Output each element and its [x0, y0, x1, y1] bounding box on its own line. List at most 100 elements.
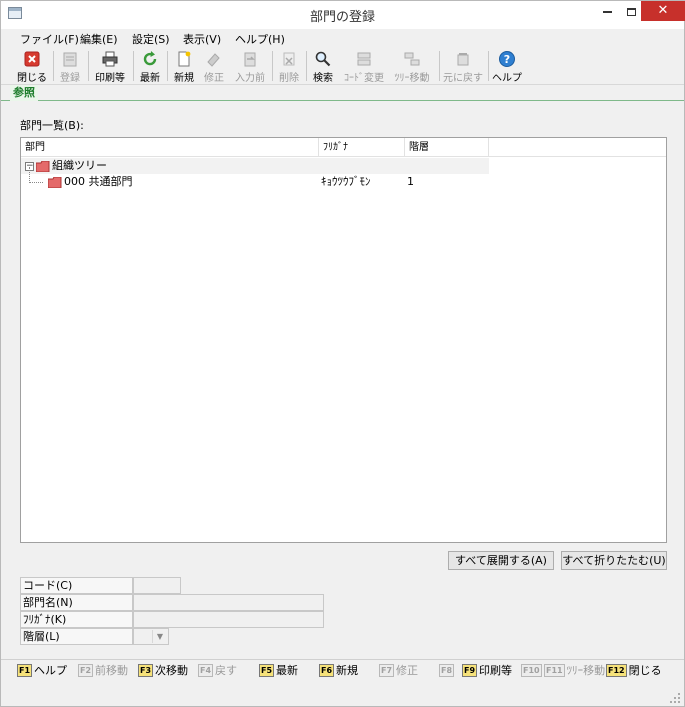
tree-move-button[interactable]: ﾂﾘｰ移動	[390, 49, 434, 84]
chevron-down-icon[interactable]: ▼	[152, 630, 167, 643]
fkey-badge: F10	[521, 664, 542, 677]
delete-button[interactable]: 削除	[276, 49, 302, 84]
fkey-f3[interactable]: F3 次移動	[138, 664, 188, 678]
code-change-button[interactable]: ｺｰﾄﾞ変更	[341, 49, 387, 84]
svg-text:?: ?	[504, 53, 510, 66]
revert-button[interactable]: 元に戻す	[443, 49, 483, 84]
resize-grip-icon[interactable]	[669, 692, 680, 703]
delete-icon	[283, 52, 295, 66]
toolbar-separator	[439, 51, 440, 81]
tab-strip: 参照	[1, 85, 684, 101]
revert-icon	[457, 53, 469, 66]
function-key-bar: F1 ヘルプ F2 前移動 F3 次移動 F4 戻す F5 最新 F6 新規 F7 修正 F8…	[1, 659, 684, 681]
code-label: コード(C)	[20, 577, 133, 594]
department-name-field[interactable]	[133, 594, 324, 611]
fkey-f1[interactable]: F1 ヘルプ	[17, 664, 67, 678]
fkey-label: 印刷等	[479, 664, 513, 677]
fkey-f4[interactable]: F4 戻す	[198, 664, 237, 678]
fkey-label: 最新	[276, 664, 299, 677]
fkey-f6[interactable]: F6 新規	[319, 664, 358, 678]
fkey-badge: F2	[78, 664, 94, 677]
level-label: 階層(L)	[20, 628, 133, 645]
fkey-badge: F6	[319, 664, 335, 677]
refresh-label: 最新	[140, 73, 160, 84]
new-button[interactable]: 新規	[171, 49, 197, 84]
fkey-label: ヘルプ	[34, 664, 68, 677]
search-icon	[315, 51, 331, 67]
minimize-icon	[602, 10, 612, 13]
window-close-button[interactable]: ✕	[641, 1, 685, 21]
toolbar-separator	[306, 51, 307, 81]
edit-button[interactable]: 修正	[201, 49, 227, 84]
fkey-f12[interactable]: F12 閉じる	[606, 664, 662, 678]
fkey-f9[interactable]: F9 印刷等	[462, 664, 512, 678]
help-label: ヘルプ	[492, 73, 522, 84]
fkey-badge: F3	[138, 664, 154, 677]
undo-input-icon	[244, 52, 256, 67]
window-title: 部門の登録	[309, 10, 375, 25]
fkey-f7[interactable]: F7 修正	[379, 664, 418, 678]
help-button[interactable]: ? ヘルプ	[492, 49, 522, 84]
fkey-badge: F11	[544, 664, 565, 677]
toolbar-separator	[88, 51, 89, 81]
print-button[interactable]: 印刷等	[92, 49, 128, 84]
kana-label: ﾌﾘｶﾞﾅ(K)	[20, 611, 133, 628]
table-row[interactable]: 000 共通部門 ｷｮｳﾂｳﾌﾞﾓﾝ 1	[21, 174, 666, 190]
toolbar-separator	[167, 51, 168, 81]
toolbar-separator	[53, 51, 54, 81]
menu-view[interactable]: 表示(V)	[183, 31, 221, 47]
folder-icon	[36, 161, 50, 172]
tree-root-row[interactable]: − 組織ツリー	[21, 158, 489, 174]
fkey-label: 戻す	[215, 664, 238, 677]
folder-icon	[48, 177, 62, 188]
fkey-f10[interactable]: F10	[521, 664, 544, 678]
main-window: 部門の登録 ✕ ファイル(F) 編集(E) 設定(S) 表示(V) ヘルプ(H)…	[0, 0, 685, 707]
menu-file[interactable]: ファイル(F)	[20, 31, 79, 47]
menu-edit[interactable]: 編集(E)	[80, 31, 118, 47]
fkey-label: 閉じる	[628, 664, 662, 677]
print-label: 印刷等	[95, 73, 125, 84]
expand-all-button[interactable]: すべて展開する(A)	[448, 551, 554, 570]
fkey-f11[interactable]: F11 ﾂﾘｰ移動	[544, 664, 605, 678]
close-label: 閉じる	[17, 73, 47, 84]
register-button[interactable]: 登録	[57, 49, 83, 84]
help-icon: ?	[499, 51, 515, 67]
refresh-button[interactable]: 最新	[137, 49, 163, 84]
fkey-badge: F5	[259, 664, 275, 677]
column-header-level[interactable]: 階層	[405, 138, 489, 157]
code-field[interactable]	[133, 577, 181, 594]
revert-label: 元に戻す	[443, 73, 483, 84]
fkey-f8[interactable]: F8	[439, 664, 456, 678]
menu-settings[interactable]: 設定(S)	[132, 31, 170, 47]
fkey-badge: F8	[439, 664, 455, 677]
search-label: 検索	[313, 73, 333, 84]
fkey-label: 修正	[396, 664, 419, 677]
print-icon	[102, 51, 118, 67]
fkey-label: 次移動	[155, 664, 189, 677]
column-header-kana[interactable]: ﾌﾘｶﾞﾅ	[319, 138, 405, 157]
fkey-f2[interactable]: F2 前移動	[78, 664, 128, 678]
level-select[interactable]: ▼	[133, 628, 169, 645]
collapse-all-button[interactable]: すべて折りたたむ(U)	[561, 551, 667, 570]
fkey-label: 前移動	[95, 664, 129, 677]
close-button[interactable]: 閉じる	[15, 49, 49, 84]
maximize-icon	[626, 7, 636, 16]
menu-help[interactable]: ヘルプ(H)	[235, 31, 285, 47]
undo-input-label: 入力前	[235, 73, 265, 84]
edit-label: 修正	[204, 73, 224, 84]
department-tree-list[interactable]: 部門 ﾌﾘｶﾞﾅ 階層 − 組織ツリー 000 共通部門 ｷｮｳﾂｳﾌﾞﾓﾝ 1	[20, 137, 667, 543]
department-name-cell: 000 共通部門	[64, 175, 133, 188]
tab-reference[interactable]: 参照	[10, 85, 38, 101]
column-header-department[interactable]: 部門	[21, 138, 319, 157]
toolbar-separator	[272, 51, 273, 81]
fkey-f5[interactable]: F5 最新	[259, 664, 298, 678]
code-change-label: ｺｰﾄﾞ変更	[344, 73, 384, 84]
fkey-badge: F7	[379, 664, 395, 677]
search-button[interactable]: 検索	[310, 49, 336, 84]
level-cell: 1	[407, 175, 414, 188]
undo-input-button[interactable]: 入力前	[232, 49, 268, 84]
new-icon	[178, 51, 191, 67]
title-bar: 部門の登録 ✕	[1, 1, 685, 29]
kana-field[interactable]	[133, 611, 324, 628]
kana-cell: ｷｮｳﾂｳﾌﾞﾓﾝ	[321, 175, 371, 188]
